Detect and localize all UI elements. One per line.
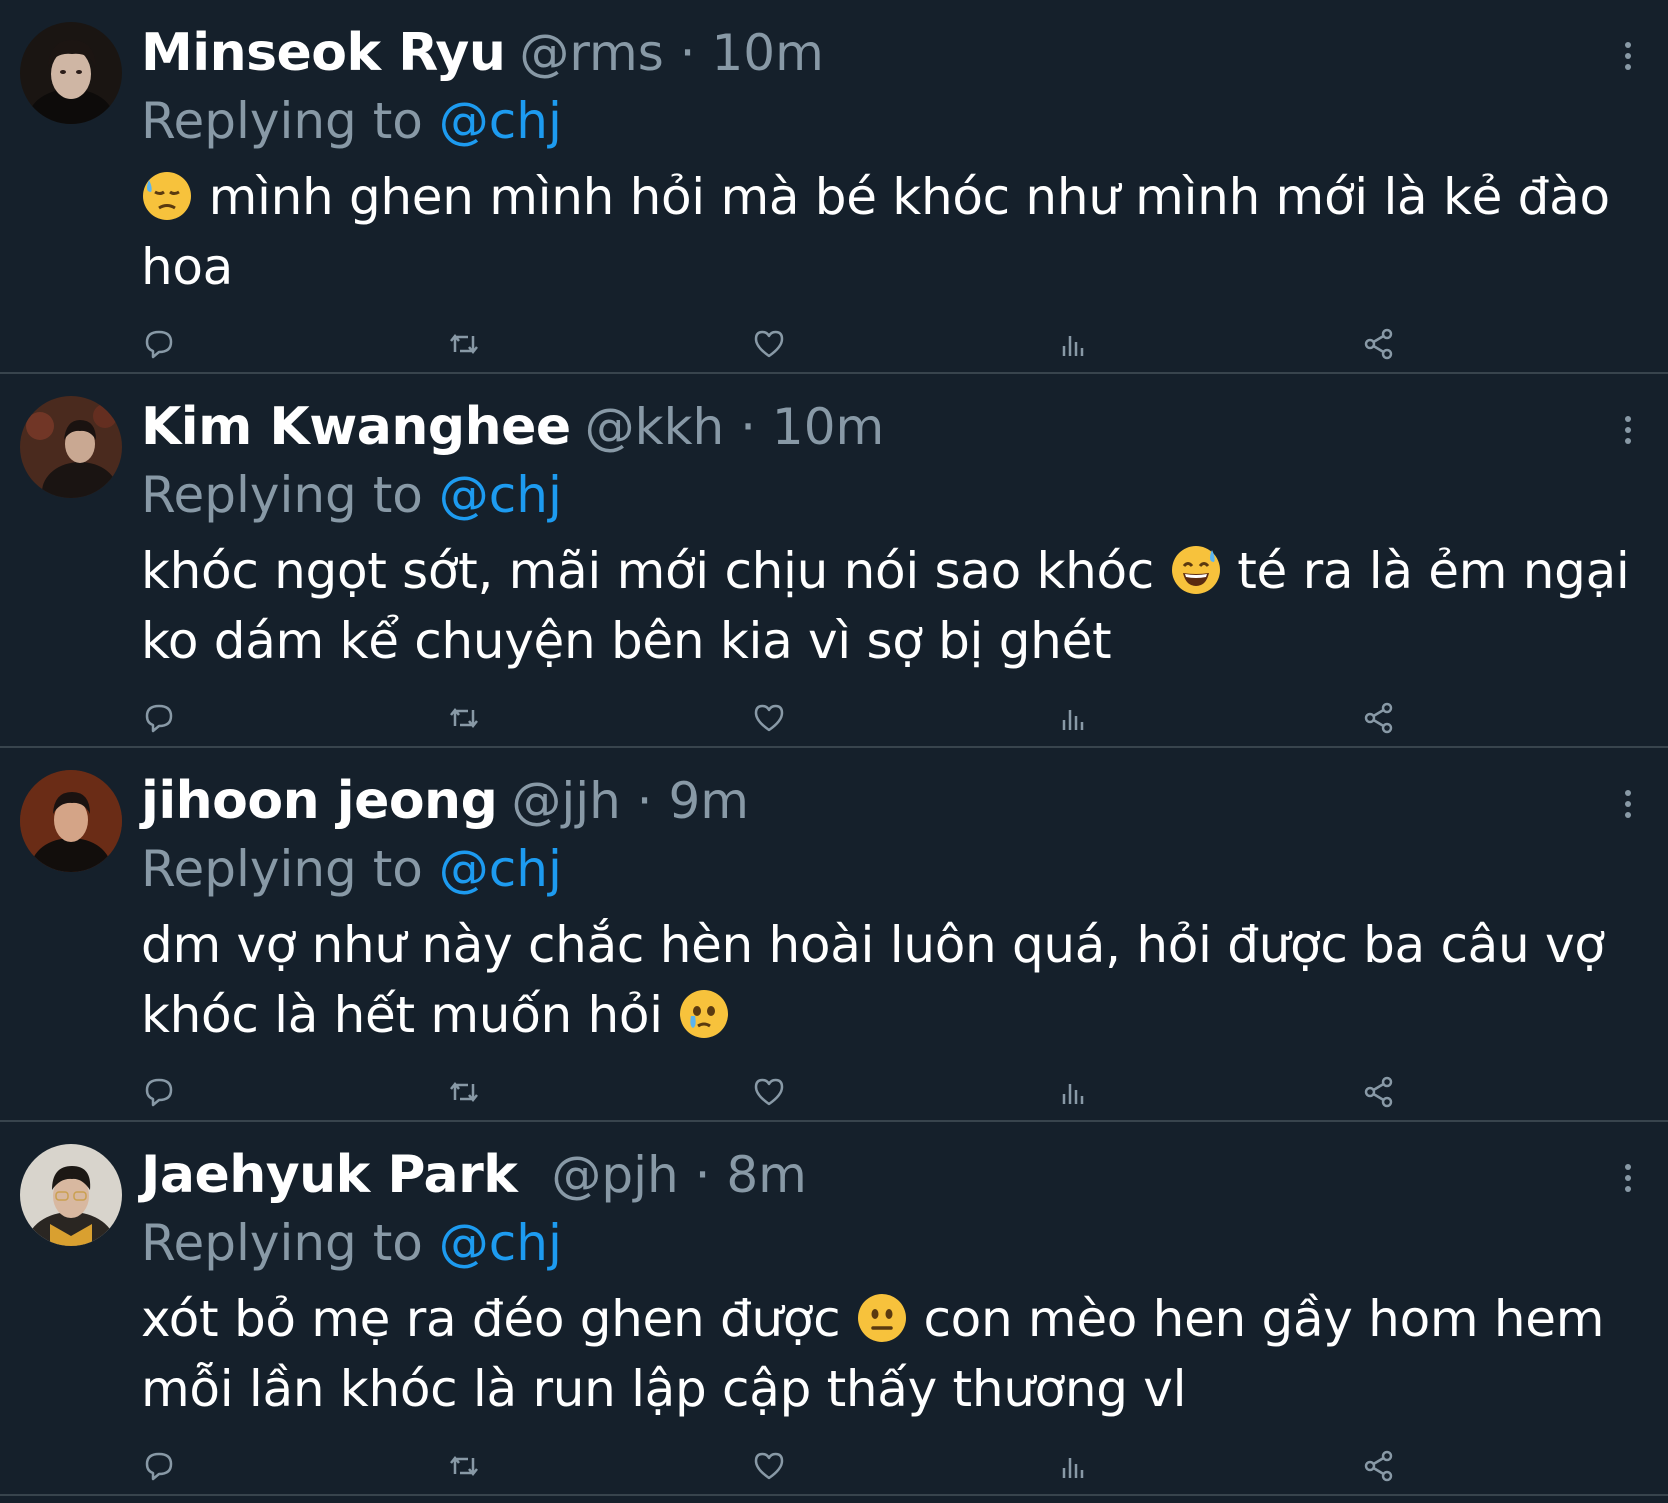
retweet-icon[interactable] xyxy=(446,700,482,736)
share-icon[interactable] xyxy=(1361,1448,1397,1484)
tweet-item[interactable]: Kim Kwanghee @kkh · 10m Replying to @chj … xyxy=(0,374,1668,748)
reply-icon[interactable] xyxy=(141,1074,177,1110)
replying-to: Replying to @chj xyxy=(141,836,562,902)
tweet-actions xyxy=(141,700,1421,736)
reply-icon[interactable] xyxy=(141,326,177,362)
reply-icon[interactable] xyxy=(141,700,177,736)
display-name[interactable]: Minseok Ryu xyxy=(141,23,506,83)
replying-label: Replying to xyxy=(141,840,423,898)
handle-time: @pjh · 8m xyxy=(551,1146,807,1204)
like-icon[interactable] xyxy=(751,1448,787,1484)
tweet-item[interactable]: Jaehyuk Park @pjh · 8m Replying to @chj x… xyxy=(0,1122,1668,1496)
display-name[interactable]: Jaehyuk Park xyxy=(141,1145,518,1205)
avatar[interactable] xyxy=(20,770,122,872)
mention-link[interactable]: @chj xyxy=(439,840,562,898)
retweet-icon[interactable] xyxy=(446,326,482,362)
views-icon[interactable] xyxy=(1056,1448,1092,1484)
tweet-text-part: dm vợ như này chắc hèn hoài luôn quá, hỏ… xyxy=(141,916,1605,1044)
display-name[interactable]: Kim Kwanghee xyxy=(141,397,571,457)
handle-time: @kkh · 10m xyxy=(584,398,885,456)
avatar[interactable] xyxy=(20,1144,122,1246)
more-options-icon[interactable] xyxy=(1618,40,1638,72)
reply-feed: Minseok Ryu @rms · 10m Replying to @chj m… xyxy=(0,0,1668,1503)
tweet-header: Kim Kwanghee @kkh · 10m xyxy=(141,392,884,462)
display-name[interactable]: jihoon jeong xyxy=(141,771,498,831)
tweet-actions xyxy=(141,326,1421,362)
tweet-header: jihoon jeong @jjh · 9m xyxy=(141,766,749,836)
tweet-item[interactable]: Minseok Ryu @rms · 10m Replying to @chj m… xyxy=(0,0,1668,374)
face-holding-back-tears-emoji xyxy=(678,988,730,1040)
replying-label: Replying to xyxy=(141,466,423,524)
more-options-icon[interactable] xyxy=(1618,1162,1638,1194)
mention-link[interactable]: @chj xyxy=(439,466,562,524)
downcast-face-with-sweat-emoji xyxy=(141,170,193,222)
tweet-text-part: khóc ngọt sớt, mãi mới chịu nói sao khóc xyxy=(141,542,1170,600)
views-icon[interactable] xyxy=(1056,326,1092,362)
share-icon[interactable] xyxy=(1361,326,1397,362)
tweet-header: Minseok Ryu @rms · 10m xyxy=(141,18,824,88)
tweet-header: Jaehyuk Park @pjh · 8m xyxy=(141,1140,807,1210)
mention-link[interactable]: @chj xyxy=(439,92,562,150)
replying-to: Replying to @chj xyxy=(141,462,562,528)
views-icon[interactable] xyxy=(1056,700,1092,736)
handle-time: @jjh · 9m xyxy=(511,772,749,830)
tweet-actions xyxy=(141,1074,1421,1110)
views-icon[interactable] xyxy=(1056,1074,1092,1110)
tweet-text-part: xót bỏ mẹ ra đéo ghen được xyxy=(141,1290,856,1348)
more-options-icon[interactable] xyxy=(1618,414,1638,446)
tweet-text: xót bỏ mẹ ra đéo ghen được con mèo hen g… xyxy=(141,1284,1641,1424)
avatar[interactable] xyxy=(20,396,122,498)
handle-time: @rms · 10m xyxy=(519,24,824,82)
tweet-item[interactable]: jihoon jeong @jjh · 9m Replying to @chj d… xyxy=(0,748,1668,1122)
reply-icon[interactable] xyxy=(141,1448,177,1484)
retweet-icon[interactable] xyxy=(446,1448,482,1484)
more-options-icon[interactable] xyxy=(1618,788,1638,820)
like-icon[interactable] xyxy=(751,1074,787,1110)
share-icon[interactable] xyxy=(1361,700,1397,736)
avatar[interactable] xyxy=(20,22,122,124)
tweet-text: khóc ngọt sớt, mãi mới chịu nói sao khóc… xyxy=(141,536,1641,676)
share-icon[interactable] xyxy=(1361,1074,1397,1110)
tweet-text: dm vợ như này chắc hèn hoài luôn quá, hỏ… xyxy=(141,910,1641,1050)
replying-to: Replying to @chj xyxy=(141,1210,562,1276)
replying-label: Replying to xyxy=(141,92,423,150)
tweet-text-part: mình ghen mình hỏi mà bé khóc như mình m… xyxy=(141,168,1610,296)
tweet-actions xyxy=(141,1448,1421,1484)
retweet-icon[interactable] xyxy=(446,1074,482,1110)
like-icon[interactable] xyxy=(751,700,787,736)
grinning-face-with-sweat-emoji xyxy=(1170,544,1222,596)
replying-label: Replying to xyxy=(141,1214,423,1272)
like-icon[interactable] xyxy=(751,326,787,362)
mention-link[interactable]: @chj xyxy=(439,1214,562,1272)
tweet-text: mình ghen mình hỏi mà bé khóc như mình m… xyxy=(141,162,1641,302)
neutral-face-emoji xyxy=(856,1292,908,1344)
replying-to: Replying to @chj xyxy=(141,88,562,154)
